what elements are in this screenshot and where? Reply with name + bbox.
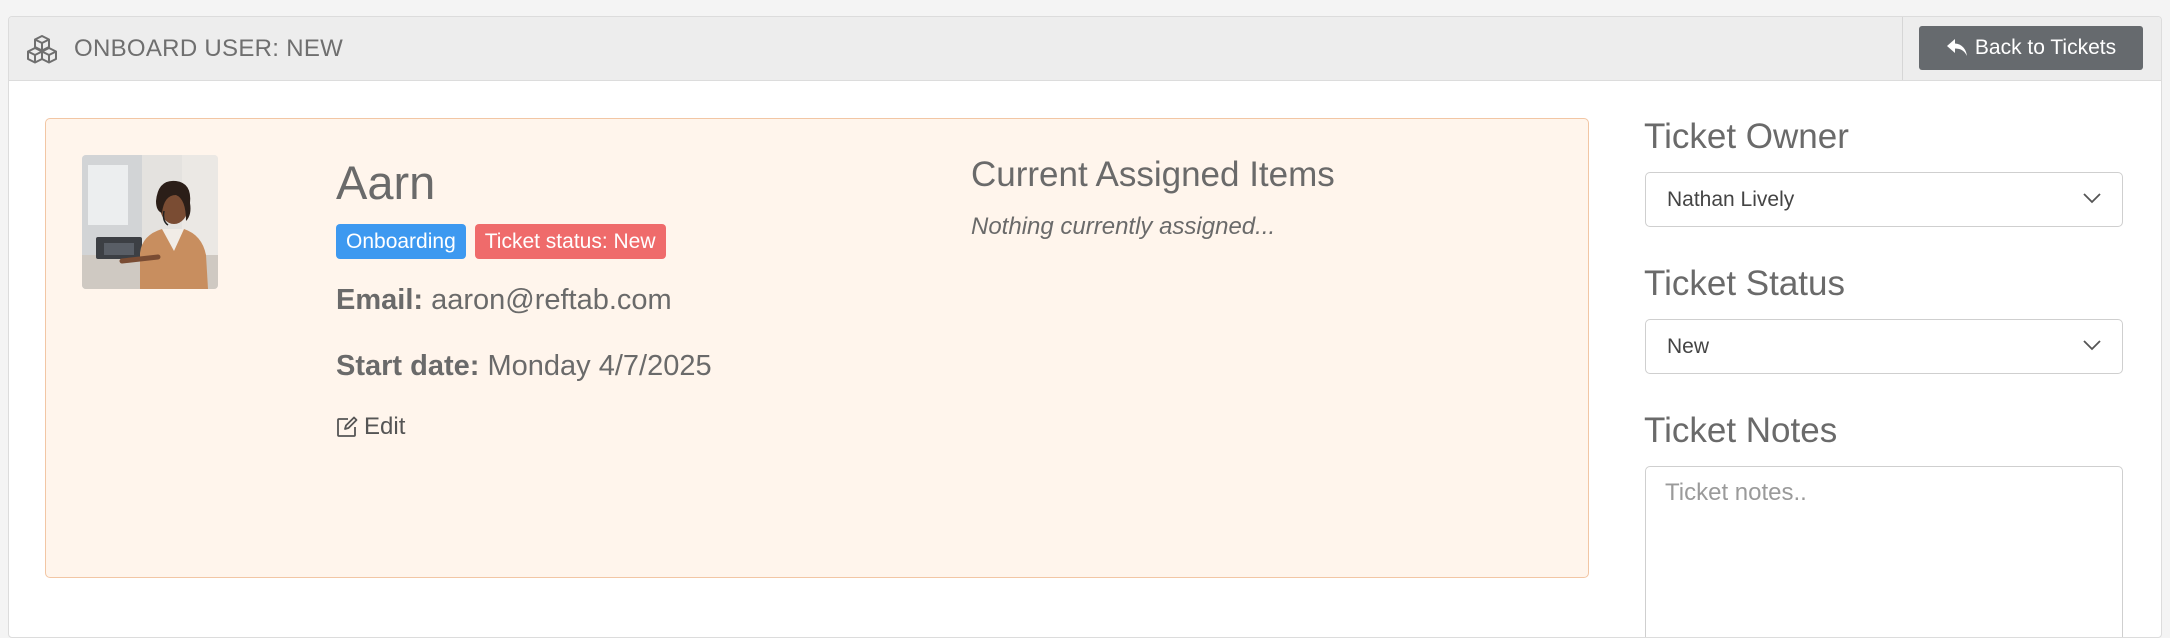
header-divider [1902,17,1903,80]
cubes-icon [27,35,57,64]
onboarding-badge: Onboarding [336,224,466,259]
email-label: Email: [336,284,424,316]
ticket-owner-select[interactable]: Nathan Lively [1645,172,2123,227]
assigned-items-title: Current Assigned Items [971,155,1335,194]
ticket-status-select[interactable]: New [1645,319,2123,374]
start-date-line: Start date: Monday 4/7/2025 [336,350,712,383]
onboard-panel: ONBOARD USER: NEW Back to Tickets Aarn O… [8,16,2162,638]
avatar-photo [82,155,218,289]
reply-arrow-icon [1946,39,1967,56]
edit-label: Edit [364,413,406,440]
back-to-tickets-button[interactable]: Back to Tickets [1919,26,2143,70]
email-line: Email: aaron@reftab.com [336,284,672,317]
back-to-tickets-label: Back to Tickets [1974,36,2117,59]
ticket-status-label: Ticket Status [1644,264,1845,303]
chevron-down-icon [2083,340,2101,351]
panel-header: ONBOARD USER: NEW Back to Tickets [9,17,2161,81]
user-name: Aarn [336,156,436,209]
ticket-owner-value: Nathan Lively [1667,188,1795,211]
start-date-label: Start date: [336,350,480,382]
ticket-status-badge: Ticket status: New [474,224,666,259]
user-avatar [82,155,218,289]
ticket-owner-label: Ticket Owner [1644,117,1849,156]
ticket-status-value: New [1667,335,1710,358]
status-badges: Onboarding Ticket status: New [336,224,666,259]
ticket-notes-label: Ticket Notes [1644,411,1838,450]
user-card: Aarn Onboarding Ticket status: New Email… [45,118,1589,578]
chevron-down-icon [2083,193,2101,204]
start-date-value: Monday 4/7/2025 [487,350,712,382]
page-title: ONBOARD USER: NEW [74,35,344,62]
assigned-items-empty: Nothing currently assigned... [971,213,1276,240]
ticket-notes-input[interactable] [1645,466,2123,637]
edit-icon [337,416,358,437]
edit-user-link[interactable]: Edit [336,413,405,441]
email-value: aaron@reftab.com [431,284,672,316]
